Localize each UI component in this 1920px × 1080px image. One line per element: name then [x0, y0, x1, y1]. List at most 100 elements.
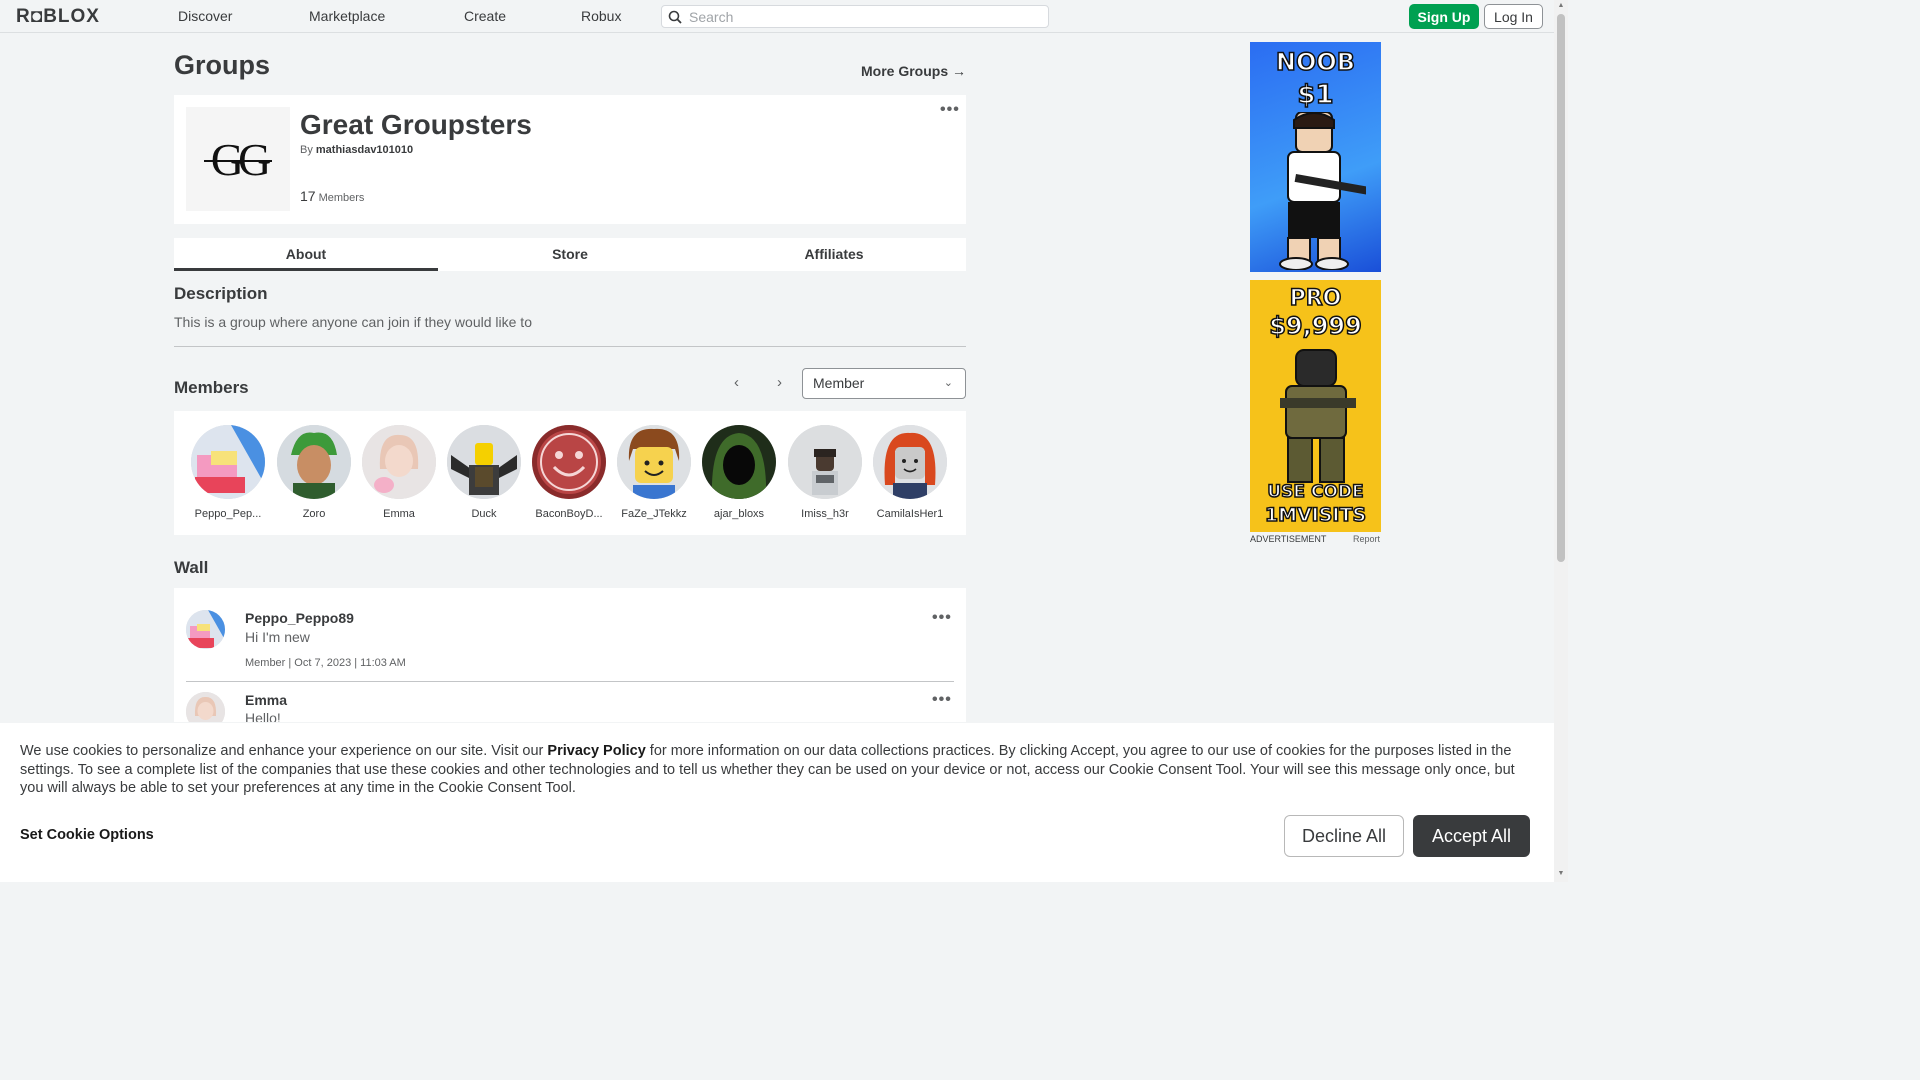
member-name: ajar_bloxs	[713, 508, 765, 520]
member-avatar	[788, 425, 862, 499]
role-select-value: Member	[813, 375, 865, 391]
member-avatar	[191, 425, 265, 499]
member-name: BaconBoyD...	[535, 508, 603, 520]
roblox-logo[interactable]: R◘BLOX	[16, 6, 100, 28]
members-prev-icon[interactable]: ‹	[734, 374, 739, 391]
ad-code-value: 1MVISITS	[1264, 503, 1367, 527]
cookie-text-part: We use cookies to personalize and enhanc…	[20, 743, 548, 759]
member-name: FaZe_JTekkz	[621, 508, 687, 520]
more-groups-link[interactable]: More Groups →	[861, 63, 966, 79]
group-name: Great Groupsters	[300, 109, 532, 140]
member-name: Duck	[471, 508, 497, 520]
post-author-avatar[interactable]	[186, 692, 225, 722]
set-cookie-options-link[interactable]: Set Cookie Options	[20, 827, 154, 843]
scroll-up-arrow-icon[interactable]: ▲	[1557, 2, 1565, 10]
post-author-name[interactable]: Emma	[245, 692, 287, 708]
cookie-message: We use cookies to personalize and enhanc…	[20, 742, 1540, 798]
group-description: This is a group where anyone can join if…	[174, 314, 532, 330]
member-name: Emma	[383, 508, 415, 520]
scroll-down-arrow-icon[interactable]: ▼	[1557, 870, 1565, 878]
ad-price: $1	[1297, 79, 1335, 111]
members-card: Peppo_Pep... Zoro Emma Duck BaconBoyD...…	[174, 411, 966, 535]
member-name: Peppo_Pep...	[194, 508, 262, 520]
nav-create[interactable]: Create	[464, 8, 506, 24]
scrollbar-thumb[interactable]	[1557, 14, 1565, 562]
ad-soldier-illustration	[1280, 349, 1356, 483]
wall-card: Peppo_Peppo89 Hi I'm new Member | Oct 7,…	[174, 588, 966, 722]
page-scrollbar[interactable]: ▲ ▼	[1554, 0, 1568, 882]
post-meta: Member | Oct 7, 2023 | 11:03 AM	[245, 657, 406, 669]
group-more-options-icon[interactable]: •••	[940, 101, 960, 119]
post-body: Hello!	[245, 710, 281, 722]
post-divider	[186, 681, 954, 682]
group-logo: GG	[186, 107, 290, 211]
ad-headline: PRO	[1289, 285, 1342, 312]
member-name: Imiss_h3r	[801, 508, 849, 520]
ad-code-line: USE CODE	[1267, 481, 1365, 503]
member-avatar	[532, 425, 606, 499]
advertisement-banner-pro[interactable]: PRO $9,999 USE CODE 1MVISITS	[1250, 280, 1381, 532]
ad-character-illustration	[1279, 112, 1366, 270]
member-avatar	[873, 425, 947, 499]
cookie-consent-banner: We use cookies to personalize and enhanc…	[0, 723, 1554, 882]
group-owner-link[interactable]: mathiasdav101010	[316, 144, 413, 156]
group-logo-underline	[204, 160, 272, 162]
member-item[interactable]: Emma	[359, 425, 439, 520]
ad-price: $9,999	[1268, 311, 1362, 341]
top-navigation-bar: R◘BLOX Discover Marketplace Create Robux…	[0, 0, 1554, 33]
member-avatar	[362, 425, 436, 499]
post-more-options-icon[interactable]: •••	[932, 609, 952, 627]
wall-heading: Wall	[174, 558, 209, 577]
members-heading: Members	[174, 378, 249, 397]
member-item[interactable]: ajar_bloxs	[699, 425, 779, 520]
search-input[interactable]	[689, 8, 1039, 25]
group-tabs: About Store Affiliates	[174, 238, 966, 271]
member-item[interactable]: CamilaIsHer1	[870, 425, 950, 520]
member-avatar	[447, 425, 521, 499]
group-member-count: 17 Members	[300, 188, 364, 204]
login-button[interactable]: Log In	[1484, 4, 1543, 29]
decline-all-button[interactable]: Decline All	[1284, 815, 1404, 857]
member-avatar	[702, 425, 776, 499]
tab-affiliates[interactable]: Affiliates	[702, 238, 966, 271]
group-owner-line: By mathiasdav101010	[300, 144, 413, 156]
member-avatar	[277, 425, 351, 499]
group-by-prefix: By	[300, 144, 316, 156]
nav-marketplace[interactable]: Marketplace	[309, 8, 385, 24]
section-divider	[174, 346, 966, 347]
ad-report-link[interactable]: Report	[1353, 534, 1380, 544]
member-item[interactable]: FaZe_JTekkz	[614, 425, 694, 520]
role-select[interactable]: Member ⌄	[802, 368, 966, 399]
member-item[interactable]: Duck	[444, 425, 524, 520]
member-item[interactable]: Imiss_h3r	[785, 425, 865, 520]
group-header-card: GG Great Groupsters By mathiasdav101010 …	[174, 95, 966, 224]
accept-all-button[interactable]: Accept All	[1413, 815, 1530, 857]
privacy-policy-link[interactable]: Privacy Policy	[547, 743, 645, 759]
description-heading: Description	[174, 284, 268, 303]
member-name: CamilaIsHer1	[876, 508, 944, 520]
members-next-icon[interactable]: ›	[777, 374, 782, 391]
member-name: Zoro	[302, 508, 326, 520]
chevron-down-icon: ⌄	[943, 377, 953, 389]
member-item[interactable]: Zoro	[274, 425, 354, 520]
search-box[interactable]	[661, 5, 1049, 28]
post-author-avatar[interactable]	[186, 610, 225, 649]
search-icon	[668, 10, 682, 24]
signup-button[interactable]: Sign Up	[1409, 4, 1479, 29]
member-count-label: Members	[318, 192, 365, 204]
nav-robux[interactable]: Robux	[581, 8, 621, 24]
group-logo-lettering: GG	[210, 133, 272, 185]
advertisement-banner-noob[interactable]: NOOB $1	[1250, 42, 1381, 272]
member-avatar	[617, 425, 691, 499]
member-item[interactable]: BaconBoyD...	[529, 425, 609, 520]
ad-headline: NOOB	[1275, 47, 1356, 77]
post-body: Hi I'm new	[245, 629, 310, 645]
post-author-name[interactable]: Peppo_Peppo89	[245, 610, 354, 626]
tab-about[interactable]: About	[174, 238, 438, 271]
member-count-value: 17	[300, 188, 316, 204]
page-title: Groups	[174, 50, 271, 80]
nav-discover[interactable]: Discover	[178, 8, 232, 24]
tab-store[interactable]: Store	[438, 238, 702, 271]
member-item[interactable]: Peppo_Pep...	[188, 425, 268, 520]
post-more-options-icon[interactable]: •••	[932, 691, 952, 709]
